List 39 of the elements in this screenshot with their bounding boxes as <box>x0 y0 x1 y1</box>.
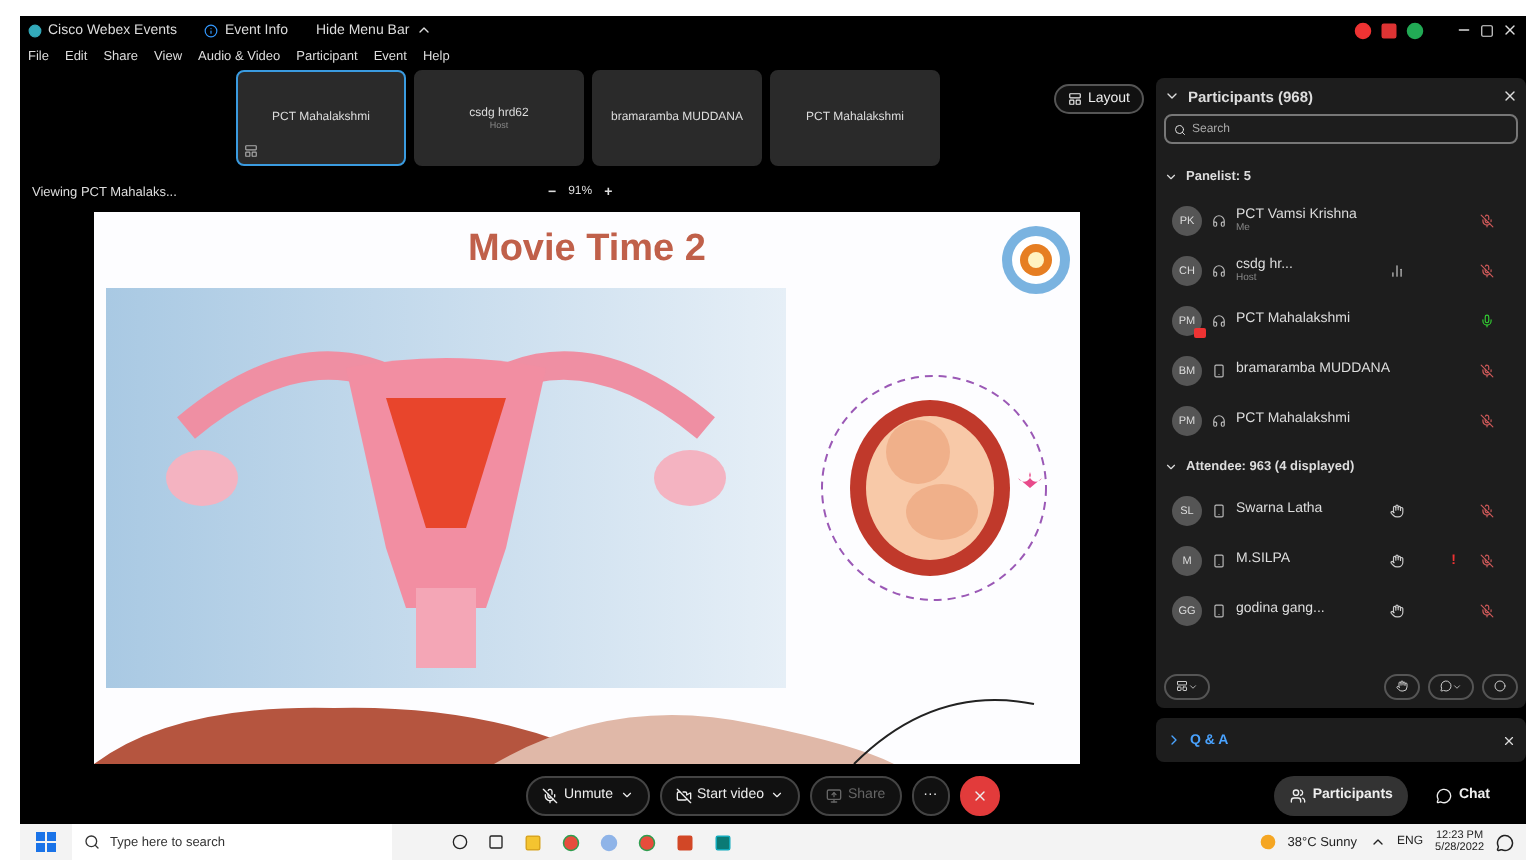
circle-icon <box>1494 680 1506 692</box>
weather-icon <box>1259 834 1276 850</box>
search-icon <box>1174 123 1186 135</box>
close-icon[interactable] <box>1502 22 1518 38</box>
caret-icon <box>1452 681 1462 691</box>
caret-icon <box>1188 681 1198 691</box>
chevron-up-icon <box>415 22 432 38</box>
mic-muted-icon <box>542 787 558 803</box>
collapse-icon[interactable] <box>1164 459 1178 473</box>
people-icon <box>1290 787 1307 803</box>
windows-start-icon[interactable] <box>36 832 56 852</box>
caret-icon <box>769 788 784 802</box>
reactions-button[interactable] <box>1428 673 1474 699</box>
close-icon <box>971 787 988 803</box>
more-button[interactable] <box>1482 673 1518 699</box>
caret-icon <box>619 788 634 802</box>
view-options-button[interactable] <box>1164 673 1210 699</box>
restore-icon[interactable] <box>1480 23 1494 37</box>
layout-icon <box>1176 680 1188 692</box>
close-icon[interactable] <box>1502 88 1518 104</box>
end-button[interactable] <box>959 775 1000 815</box>
collapse-icon[interactable] <box>1164 88 1180 104</box>
layout-icon <box>1067 92 1082 106</box>
collapse-icon[interactable] <box>1164 169 1178 183</box>
logo-icon <box>1000 224 1072 296</box>
screen-share-icon <box>244 144 258 158</box>
speech-bubble-icon <box>1440 680 1452 692</box>
share-screen-icon <box>825 787 842 803</box>
close-icon[interactable] <box>1502 733 1516 747</box>
video-off-icon <box>675 787 692 803</box>
tray-expand-icon[interactable] <box>1369 834 1386 850</box>
speech-bubble-icon <box>1436 787 1453 803</box>
expand-icon[interactable] <box>1166 732 1182 748</box>
record-icon[interactable] <box>1354 21 1372 39</box>
hand-icon <box>1396 680 1408 692</box>
lower-hand-button[interactable] <box>1384 673 1420 699</box>
search-icon <box>84 834 100 850</box>
info-icon <box>204 23 219 37</box>
slide-title: Movie Time 2 <box>468 228 706 272</box>
